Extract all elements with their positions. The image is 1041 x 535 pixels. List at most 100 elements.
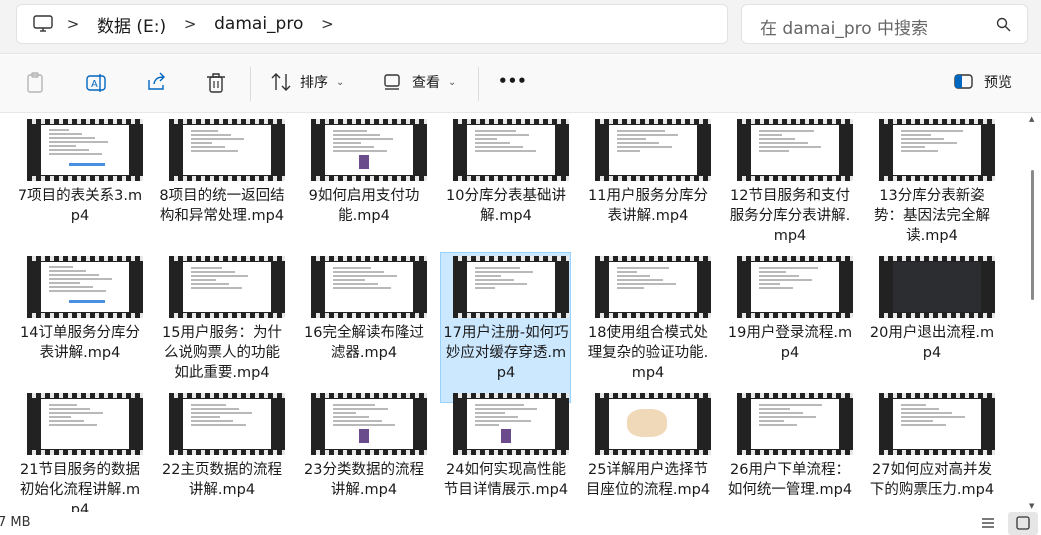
preview-label: 预览 xyxy=(984,75,1012,91)
file-item[interactable]: 13分库分表新姿势：基因法完全解读.mp4 xyxy=(866,115,997,266)
video-thumbnail xyxy=(595,393,711,455)
scrollbar-thumb[interactable] xyxy=(1031,170,1034,300)
file-item[interactable]: 20用户退出流程.mp4 xyxy=(866,252,997,403)
file-name: 27如何应对高并发下的购票压力.mp4 xyxy=(869,462,995,498)
video-thumbnail xyxy=(453,256,569,318)
status-bar: 7 MB xyxy=(0,512,1041,535)
sort-button[interactable]: 排序 ⌄ xyxy=(270,72,344,92)
scroll-up-icon[interactable]: ▲ xyxy=(1029,115,1034,123)
file-name: 21节目服务的数据初始化流程讲解.mp4 xyxy=(19,462,141,512)
file-name: 25详解用户选择节目座位的流程.mp4 xyxy=(585,462,711,498)
file-name: 22主页数据的流程讲解.mp4 xyxy=(162,462,282,498)
file-name: 19用户登录流程.mp4 xyxy=(727,325,853,361)
chevron-right-icon[interactable]: > xyxy=(172,15,208,33)
video-thumbnail xyxy=(595,119,711,181)
file-item[interactable]: 17用户注册-如何巧妙应对缓存穿透.mp4 xyxy=(440,252,571,403)
file-name: 12节目服务和支付服务分库分表讲解.mp4 xyxy=(729,188,851,244)
breadcrumb-drive[interactable]: 数据 (E:) xyxy=(91,12,172,37)
file-item[interactable]: 10分库分表基础讲解.mp4 xyxy=(440,115,571,266)
file-item[interactable]: 9如何启用支付功能.mp4 xyxy=(298,115,429,266)
delete-icon[interactable] xyxy=(206,72,226,94)
video-thumbnail xyxy=(737,256,853,318)
video-thumbnail xyxy=(27,256,143,318)
file-name: 20用户退出流程.mp4 xyxy=(869,325,995,361)
chevron-right-icon[interactable]: > xyxy=(309,15,345,33)
toolbar-divider xyxy=(250,67,251,101)
preview-pane-icon xyxy=(954,74,973,89)
file-grid: 7项目的表关系3.mp4 8项目的统一返回结构和异常处理.mp4 9如何启用支付功能… xyxy=(0,114,1022,512)
view-button[interactable]: 查看 ⌄ xyxy=(383,72,456,92)
file-item[interactable]: 8项目的统一返回结构和异常处理.mp4 xyxy=(156,115,287,266)
video-thumbnail xyxy=(311,119,427,181)
video-thumbnail xyxy=(311,393,427,455)
file-item[interactable]: 18使用组合模式处理复杂的验证功能.mp4 xyxy=(582,252,713,403)
more-options-button[interactable]: ••• xyxy=(498,72,527,90)
breadcrumb-folder[interactable]: damai_pro xyxy=(208,14,309,34)
video-thumbnail xyxy=(169,119,285,181)
file-name: 17用户注册-如何巧妙应对缓存穿透.mp4 xyxy=(443,325,569,381)
paste-icon[interactable] xyxy=(26,72,46,94)
file-name: 8项目的统一返回结构和异常处理.mp4 xyxy=(159,188,285,224)
svg-text:A: A xyxy=(91,79,98,90)
file-item[interactable]: 19用户登录流程.mp4 xyxy=(724,252,855,403)
file-name: 23分类数据的流程讲解.mp4 xyxy=(304,462,424,498)
video-thumbnail xyxy=(453,119,569,181)
search-placeholder: 在 damai_pro 中搜索 xyxy=(760,19,929,39)
file-item[interactable]: 7项目的表关系3.mp4 xyxy=(14,115,145,266)
file-item[interactable]: 24如何实现高性能节目详情展示.mp4 xyxy=(440,389,571,512)
selection-size: 7 MB xyxy=(0,515,31,530)
file-name: 11用户服务分库分表讲解.mp4 xyxy=(588,188,708,224)
view-icon xyxy=(384,74,400,90)
preview-button[interactable]: 预览 xyxy=(953,72,1012,92)
video-thumbnail xyxy=(879,119,995,181)
file-item[interactable]: 14订单服务分库分表讲解.mp4 xyxy=(14,252,145,403)
file-name: 26用户下单流程：如何统一管理.mp4 xyxy=(727,462,853,498)
video-thumbnail xyxy=(737,119,853,181)
video-thumbnail xyxy=(311,256,427,318)
toolbar-divider xyxy=(478,67,479,101)
file-name: 7项目的表关系3.mp4 xyxy=(17,188,143,224)
share-icon[interactable] xyxy=(146,72,168,92)
file-item[interactable]: 27如何应对高并发下的购票压力.mp4 xyxy=(866,389,997,512)
scroll-down-icon[interactable]: ▼ xyxy=(1029,502,1034,510)
chevron-down-icon: ⌄ xyxy=(336,76,345,88)
file-item[interactable]: 21节目服务的数据初始化流程讲解.mp4 xyxy=(14,389,145,512)
address-bar[interactable]: > 数据 (E:) > damai_pro > xyxy=(16,4,728,44)
file-name: 9如何启用支付功能.mp4 xyxy=(308,188,420,224)
address-bar-region: > 数据 (E:) > damai_pro > 在 damai_pro 中搜索 xyxy=(0,0,1041,54)
file-name: 15用户服务：为什么说购票人的功能如此重要.mp4 xyxy=(162,325,282,381)
video-thumbnail xyxy=(27,393,143,455)
file-name: 14订单服务分库分表讲解.mp4 xyxy=(20,325,140,361)
search-input[interactable]: 在 damai_pro 中搜索 xyxy=(741,4,1028,44)
video-thumbnail xyxy=(879,393,995,455)
file-item[interactable]: 26用户下单流程：如何统一管理.mp4 xyxy=(724,389,855,512)
video-thumbnail xyxy=(879,256,995,318)
this-pc-icon[interactable] xyxy=(31,14,55,34)
details-view-icon[interactable] xyxy=(980,515,996,535)
sort-label: 排序 xyxy=(300,75,328,91)
video-thumbnail xyxy=(27,119,143,181)
chevron-right-icon[interactable]: > xyxy=(55,15,91,33)
video-thumbnail xyxy=(595,256,711,318)
rename-icon[interactable]: A xyxy=(86,72,108,94)
search-icon[interactable] xyxy=(996,17,1011,36)
file-name: 10分库分表基础讲解.mp4 xyxy=(446,188,566,224)
large-icons-view-icon[interactable] xyxy=(1008,512,1038,535)
video-thumbnail xyxy=(169,393,285,455)
file-item[interactable]: 15用户服务：为什么说购票人的功能如此重要.mp4 xyxy=(156,252,287,403)
video-thumbnail xyxy=(169,256,285,318)
file-item[interactable]: 12节目服务和支付服务分库分表讲解.mp4 xyxy=(724,115,855,266)
file-item[interactable]: 11用户服务分库分表讲解.mp4 xyxy=(582,115,713,266)
chevron-down-icon: ⌄ xyxy=(448,76,457,88)
file-name: 13分库分表新姿势：基因法完全解读.mp4 xyxy=(874,188,990,244)
sort-icon xyxy=(271,73,291,91)
file-name: 24如何实现高性能节目详情展示.mp4 xyxy=(443,462,569,498)
file-item[interactable]: 22主页数据的流程讲解.mp4 xyxy=(156,389,287,512)
file-name: 16完全解读布隆过滤器.mp4 xyxy=(304,325,424,361)
view-label: 查看 xyxy=(412,75,440,91)
file-item[interactable]: 23分类数据的流程讲解.mp4 xyxy=(298,389,429,512)
video-thumbnail xyxy=(453,393,569,455)
file-item[interactable]: 16完全解读布隆过滤器.mp4 xyxy=(298,252,429,403)
file-item[interactable]: 25详解用户选择节目座位的流程.mp4 xyxy=(582,389,713,512)
vertical-scrollbar[interactable]: ▲ ▼ xyxy=(1029,115,1037,510)
